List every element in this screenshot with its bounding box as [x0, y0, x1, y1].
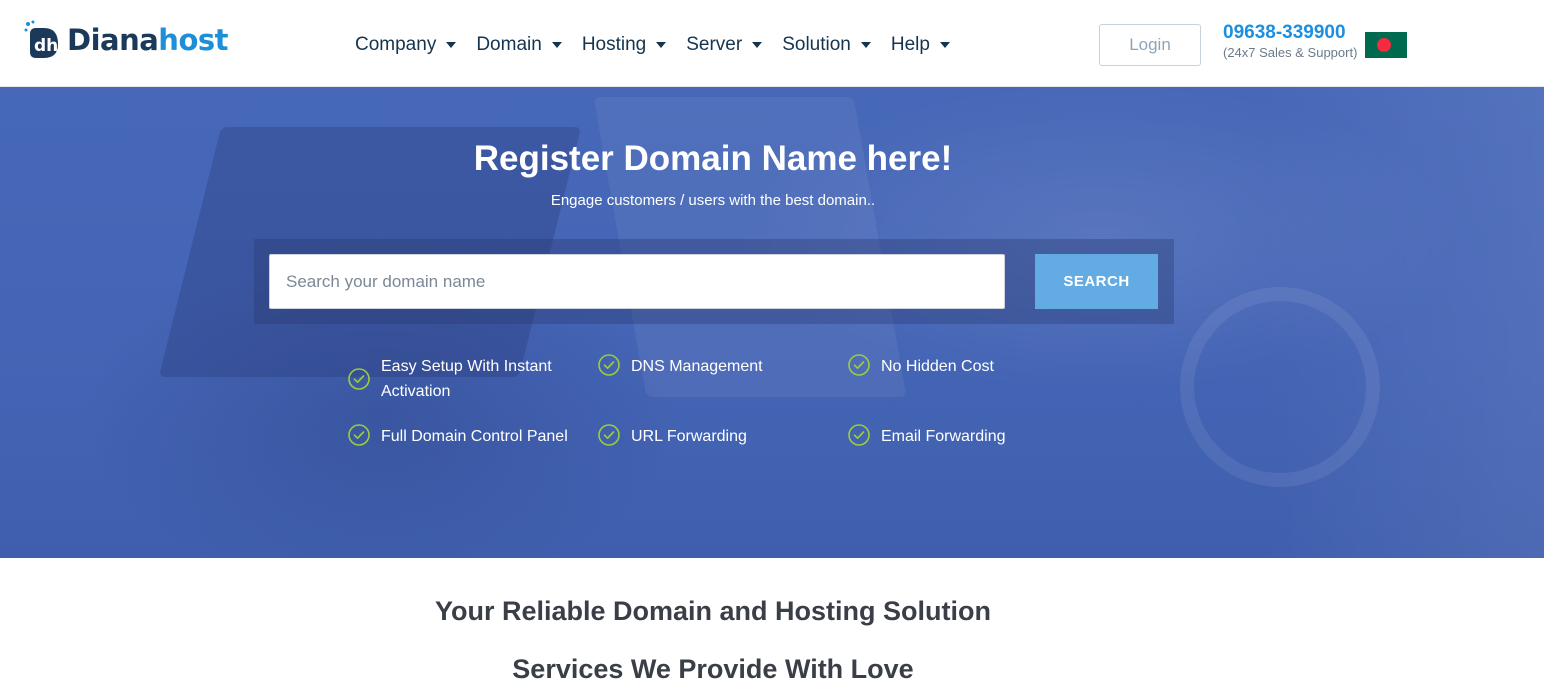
domain-search-input[interactable]: [269, 254, 1005, 309]
check-circle-icon: [598, 424, 620, 446]
support-phone[interactable]: 09638-339900 (24x7 Sales & Support): [1223, 22, 1357, 62]
bangladesh-flag-icon[interactable]: [1365, 32, 1407, 58]
caret-down-icon: [656, 42, 667, 48]
feature-item: Full Domain Control Panel: [348, 424, 588, 449]
nav-item-server[interactable]: Server: [686, 30, 763, 60]
search-button[interactable]: SEARCH: [1035, 254, 1158, 309]
feature-label: DNS Management: [631, 358, 763, 375]
main-nav: Company Domain Hosting Server Solution H…: [355, 30, 970, 60]
feature-item: Email Forwarding: [848, 424, 1078, 449]
nav-label: Help: [890, 34, 930, 55]
feature-item: DNS Management: [598, 354, 828, 379]
nav-label: Solution: [782, 34, 851, 55]
phone-number[interactable]: 09638-339900: [1223, 22, 1357, 44]
feature-item: No Hidden Cost: [848, 354, 1078, 379]
feature-label: URL Forwarding: [631, 428, 747, 445]
hero-title: Register Domain Name here!: [473, 139, 953, 178]
flag-circle: [1377, 38, 1391, 52]
feature-label: No Hidden Cost: [881, 358, 994, 375]
nav-label: Server: [686, 34, 743, 55]
site-header: dh Dianahost Company Domain Hosting Serv…: [0, 0, 1544, 87]
check-circle-icon: [848, 424, 870, 446]
svg-text:dh: dh: [34, 36, 58, 56]
caret-down-icon: [860, 42, 871, 48]
feature-label: Full Domain Control Panel: [381, 428, 568, 445]
check-circle-icon: [848, 354, 870, 376]
check-circle-icon: [348, 368, 370, 390]
section-heading-services: Services We Provide With Love: [512, 654, 914, 684]
nav-label: Domain: [476, 34, 542, 55]
logo[interactable]: dh Dianahost: [24, 18, 228, 62]
logo-text-host: host: [158, 23, 228, 57]
feature-item: Easy Setup With Instant Activation: [348, 354, 578, 404]
hero-subtitle: Engage customers / users with the best d…: [550, 192, 876, 209]
caret-down-icon: [551, 42, 562, 48]
dh-logo-icon: dh: [24, 20, 64, 60]
nav-item-company[interactable]: Company: [355, 30, 457, 60]
caret-down-icon: [752, 42, 763, 48]
login-button[interactable]: Login: [1099, 24, 1201, 66]
phone-note: (24x7 Sales & Support): [1223, 45, 1358, 60]
nav-label: Company: [355, 34, 437, 55]
caret-down-icon: [939, 42, 950, 48]
nav-item-solution[interactable]: Solution: [782, 30, 871, 60]
nav-item-help[interactable]: Help: [891, 30, 950, 60]
feature-item: URL Forwarding: [598, 424, 828, 449]
feature-label: Easy Setup With Instant Activation: [381, 358, 552, 400]
logo-text: Dianahost: [67, 23, 228, 57]
check-circle-icon: [348, 424, 370, 446]
section-heading-solution: Your Reliable Domain and Hosting Solutio…: [434, 596, 992, 626]
domain-search-box: SEARCH: [254, 239, 1174, 324]
domain-search-hero: Register Domain Name here! Engage custom…: [0, 87, 1544, 558]
nav-label: Hosting: [581, 34, 647, 55]
feature-label: Email Forwarding: [881, 428, 1006, 445]
caret-down-icon: [446, 42, 457, 48]
logo-text-diana: Diana: [67, 23, 159, 57]
nav-item-hosting[interactable]: Hosting: [581, 30, 667, 60]
check-circle-icon: [598, 354, 620, 376]
nav-item-domain[interactable]: Domain: [476, 30, 562, 60]
